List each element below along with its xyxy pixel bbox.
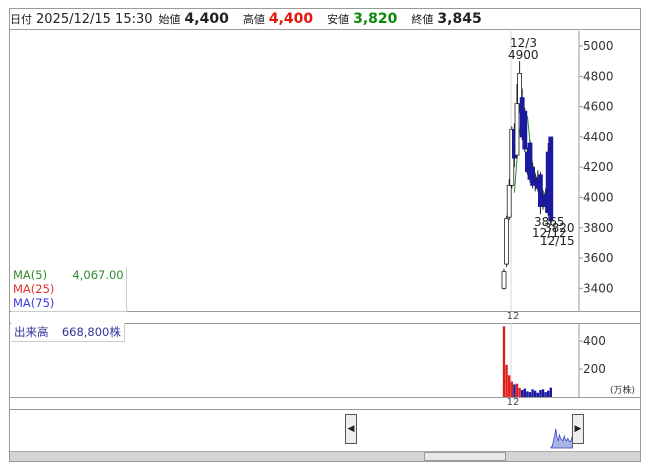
volume-tick-label: 200 (583, 362, 606, 376)
volume-bar (523, 388, 526, 397)
navigator-scrollbar[interactable] (10, 451, 640, 461)
date-label: 日付 (10, 13, 32, 26)
price-tick-label: 4800 (583, 69, 614, 83)
volume-bar (502, 326, 506, 397)
navigator-right-handle[interactable]: ▶ (572, 414, 584, 444)
volume-bar (521, 390, 524, 397)
price-tick-label: 4600 (583, 100, 614, 114)
open-label: 始値 (158, 13, 181, 26)
close-value: 3,845 (437, 11, 482, 27)
low-label: 安値 (327, 13, 350, 26)
low-value: 3,820 (353, 11, 398, 27)
close-label: 終値 (411, 13, 434, 26)
ma5-label: MA(5) (13, 268, 48, 282)
volume-bottom-divider (10, 397, 640, 398)
ohlc-info-bar: 日付 2025/12/15 15:30 始値 4,400 高値 4,400 安値… (10, 9, 640, 30)
volume-bar (505, 364, 508, 397)
range-navigator[interactable] (10, 410, 640, 451)
price-tick-label: 4000 (583, 190, 614, 204)
volume-label: 出来高 (14, 325, 49, 339)
moving-average-legend: MA(5) 4,067.00 MA(25) MA(75) (11, 267, 127, 312)
volume-x-tick: 12 (506, 397, 520, 408)
price-tick-label: 3800 (583, 221, 614, 235)
high-price-annotation: 4900 (508, 48, 539, 62)
open-value: 4,400 (184, 11, 229, 27)
navigator-scrollbar-thumb[interactable] (424, 452, 506, 461)
chevron-left-icon: ◀ (347, 424, 355, 434)
volume-bar (539, 390, 542, 397)
high-value: 4,400 (268, 11, 314, 27)
price-tick-label: 3400 (583, 281, 614, 295)
volume-bar (510, 381, 513, 397)
candle-down (522, 110, 528, 150)
low-date-annotation-b: 12/15 (540, 234, 575, 248)
volume-bar (513, 384, 516, 397)
navigator-sparkline (550, 428, 573, 449)
volume-value: 668,800株 (61, 325, 121, 339)
ma75-label: MA(75) (13, 296, 55, 310)
candle-down (548, 136, 554, 222)
volume-legend: 出来高 668,800株 (11, 323, 125, 342)
price-x-tick: 12 (506, 311, 520, 322)
volume-bar (541, 389, 545, 397)
price-tick-label: 3600 (583, 251, 614, 265)
ma5-value: 4,067.00 (72, 268, 124, 282)
volume-unit-label: (万株) (610, 384, 635, 396)
candle-up (504, 218, 510, 265)
high-label: 高値 (242, 13, 265, 26)
date-value: 2025/12/15 15:30 (36, 11, 153, 27)
volume-bar (515, 383, 519, 397)
volume-bar (531, 389, 534, 397)
navigator-left-handle[interactable]: ◀ (345, 414, 357, 444)
volume-bar (518, 387, 521, 397)
price-tick-label: 4400 (583, 130, 614, 144)
price-tick-label: 5000 (583, 39, 614, 53)
volume-bar (508, 375, 511, 397)
volume-tick-label: 400 (583, 334, 606, 348)
price-tick-label: 4200 (583, 160, 614, 174)
candle-up (506, 184, 512, 218)
candle-up (514, 103, 520, 156)
ma25-label: MA(25) (13, 282, 55, 296)
chevron-right-icon: ▶ (574, 424, 582, 434)
volume-bar (549, 387, 552, 397)
candle-up (501, 271, 507, 289)
